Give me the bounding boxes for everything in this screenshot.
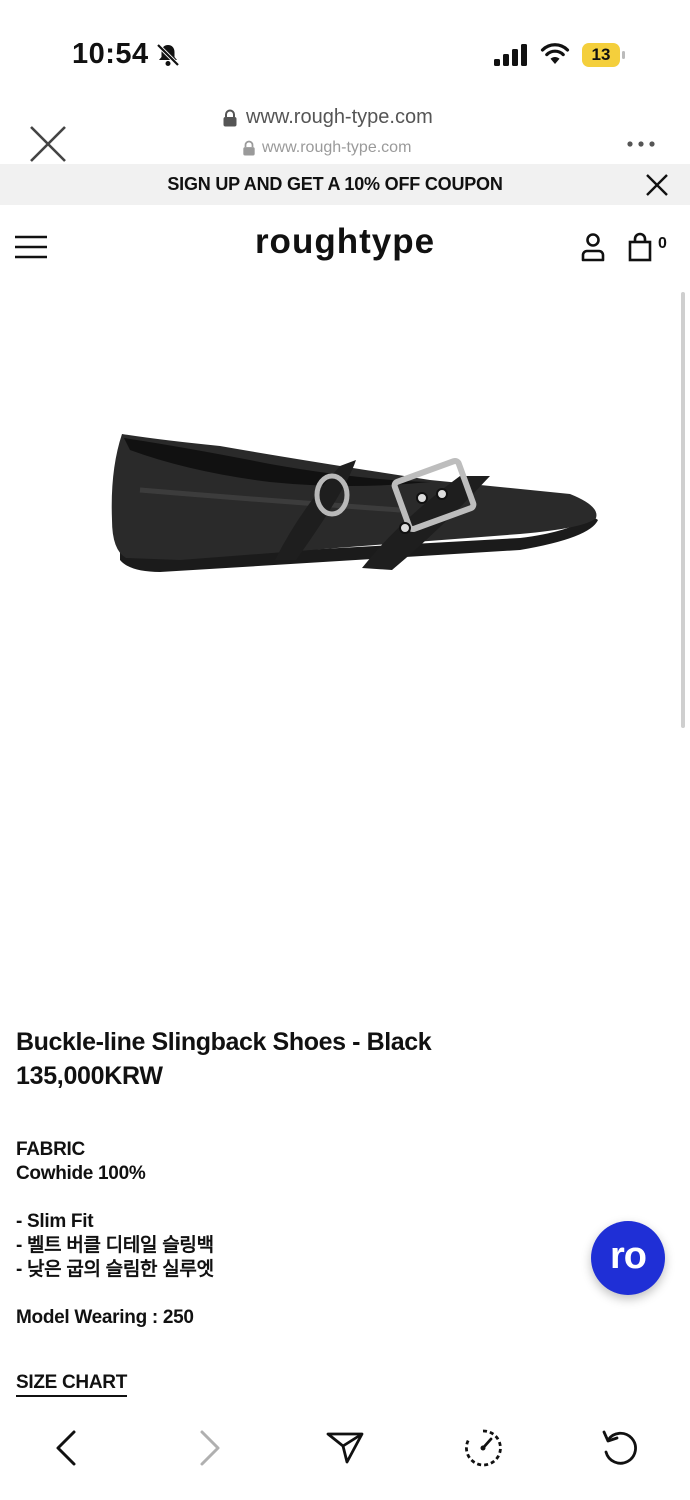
cart-count: 0 <box>658 235 667 252</box>
reload-icon[interactable] <box>600 1428 640 1468</box>
forward-icon[interactable] <box>188 1428 228 1468</box>
battery-indicator: 13 <box>582 43 626 67</box>
cellular-signal-icon <box>494 44 527 66</box>
bell-muted-icon <box>156 43 180 67</box>
url-text: www.rough-type.com <box>246 106 433 128</box>
chat-button[interactable]: ro <box>591 1221 665 1295</box>
model-wearing: Model Wearing : 250 <box>16 1307 194 1328</box>
url-text-secondary: www.rough-type.com <box>262 139 412 156</box>
product-price: 135,000KRW <box>16 1062 163 1090</box>
address-bar-secondary: www.rough-type.com <box>242 139 411 157</box>
address-bar[interactable]: www.rough-type.com <box>222 106 433 129</box>
feature-item: - Slim Fit <box>16 1211 94 1232</box>
promo-text: SIGN UP AND GET A 10% OFF COUPON <box>167 174 503 194</box>
battery-level: 13 <box>582 43 620 67</box>
share-icon[interactable] <box>325 1428 365 1468</box>
fabric-label: FABRIC <box>16 1139 85 1160</box>
speed-icon[interactable] <box>463 1428 503 1468</box>
lock-icon <box>243 140 255 156</box>
wifi-icon <box>540 43 570 64</box>
battery-cap <box>622 51 625 59</box>
shopping-bag-icon[interactable] <box>628 232 652 262</box>
close-browser-icon[interactable] <box>28 124 68 164</box>
lock-icon <box>223 109 237 126</box>
status-time: 10:54 <box>72 38 149 70</box>
account-icon[interactable] <box>580 232 606 262</box>
more-options-icon[interactable] <box>624 134 658 154</box>
product-name: Buckle-line Slingback Shoes - Black <box>16 1028 432 1056</box>
feature-item: - 벨트 버클 디테일 슬링백 <box>16 1235 214 1256</box>
promo-banner[interactable]: SIGN UP AND GET A 10% OFF COUPON <box>0 164 690 205</box>
back-icon[interactable] <box>48 1428 88 1468</box>
product-image[interactable] <box>100 420 610 590</box>
fabric-value: Cowhide 100% <box>16 1163 146 1184</box>
page-scrollbar[interactable] <box>681 292 685 728</box>
close-icon[interactable] <box>643 171 671 199</box>
feature-item: - 낮은 굽의 슬림한 실루엣 <box>16 1259 214 1280</box>
size-chart-link[interactable]: SIZE CHART <box>16 1372 127 1397</box>
